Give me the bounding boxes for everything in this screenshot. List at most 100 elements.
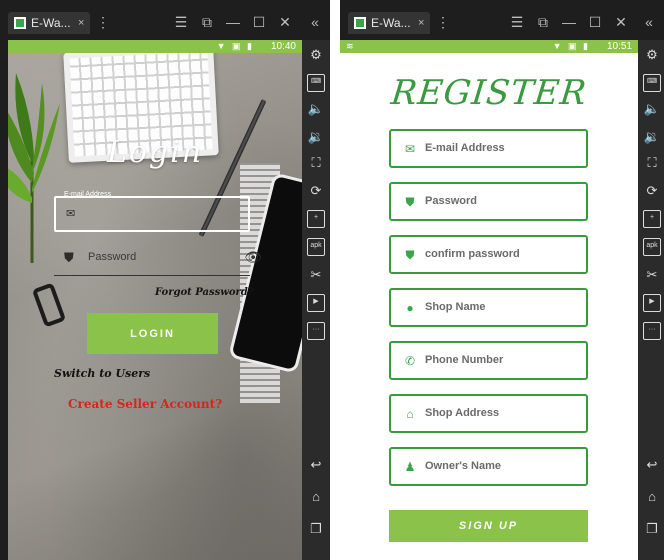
app-tab[interactable]: E-Wa... × bbox=[8, 12, 90, 34]
notification-icon: ≋ bbox=[346, 41, 354, 51]
recents-icon[interactable]: ❐ bbox=[307, 520, 325, 538]
home-icon[interactable]: ⌂ bbox=[307, 488, 325, 506]
password-field[interactable]: ⛊ Password 👁 bbox=[54, 242, 262, 276]
eye-icon[interactable]: 👁 bbox=[244, 249, 262, 266]
scissors-icon[interactable]: ✂ bbox=[307, 266, 325, 284]
shop-address-input[interactable]: ⌂ Shop Address bbox=[389, 394, 588, 433]
login-button[interactable]: LOGIN bbox=[87, 313, 218, 354]
home-icon[interactable]: ⌂ bbox=[643, 488, 661, 506]
screenshot-icon[interactable]: ⛶ bbox=[643, 154, 661, 172]
binder-clip-image bbox=[31, 282, 67, 328]
video-icon[interactable]: ▶ bbox=[307, 294, 325, 312]
collapse-icon[interactable]: « bbox=[306, 14, 324, 30]
apk-icon[interactable]: apk bbox=[307, 238, 325, 256]
register-title: REGISTER bbox=[389, 73, 589, 113]
volume-up-icon[interactable]: 🔈 bbox=[307, 100, 325, 118]
status-time: 10:51 bbox=[606, 41, 632, 52]
more-vertical-icon[interactable]: ⋮ bbox=[94, 14, 112, 30]
volume-up-icon[interactable]: 🔈 bbox=[643, 100, 661, 118]
menu-icon[interactable]: ☰ bbox=[172, 14, 190, 30]
person-icon: ♟ bbox=[404, 460, 416, 474]
app-icon bbox=[354, 17, 366, 29]
shop-name-placeholder: Shop Name bbox=[425, 301, 486, 313]
email-input[interactable]: ✉ E-mail Address bbox=[389, 129, 588, 168]
status-icons: ▼ ▣ ▮ bbox=[552, 41, 590, 51]
screenshot-icon[interactable]: ⛶ bbox=[307, 154, 325, 172]
settings-icon[interactable]: ⚙ bbox=[307, 46, 325, 64]
close-tab-icon[interactable]: × bbox=[78, 17, 90, 29]
recents-icon[interactable]: ❐ bbox=[643, 520, 661, 538]
email-placeholder: E-mail Address bbox=[425, 142, 505, 154]
email-icon: ✉ bbox=[66, 208, 76, 220]
emulator-sidebar: ⚙ ⌨ 🔈 🔉 ⛶ ⟳ + apk ✂ ▶ ··· ↩ ⌂ ❐ bbox=[302, 40, 330, 560]
tab-label: E-Wa... bbox=[31, 16, 71, 30]
shield-icon: ⛊ bbox=[64, 250, 74, 265]
back-icon[interactable]: ↩ bbox=[307, 456, 325, 474]
login-screen: Login E-mail Address ✉ ⛊ Password 👁 Forg… bbox=[8, 53, 302, 560]
restore-icon[interactable]: ⧉ bbox=[534, 14, 552, 30]
install-icon[interactable]: + bbox=[643, 210, 661, 228]
apk-icon[interactable]: apk bbox=[643, 238, 661, 256]
register-screen: REGISTER ✉ E-mail Address ⛊ Password ⛊ c… bbox=[340, 53, 638, 560]
status-time: 10:40 bbox=[270, 41, 296, 52]
password-underline bbox=[54, 275, 250, 276]
emulator-sidebar: ⚙ ⌨ 🔈 🔉 ⛶ ⟳ + apk ✂ ▶ ··· ↩ ⌂ ❐ bbox=[638, 40, 664, 560]
minimize-icon[interactable]: — bbox=[560, 14, 578, 30]
phone-number-placeholder: Phone Number bbox=[425, 354, 504, 366]
android-status-bar: ▼ ▣ ▮ 10:40 bbox=[8, 40, 302, 53]
phone-number-input[interactable]: ✆ Phone Number bbox=[389, 341, 588, 380]
password-placeholder: Password bbox=[88, 251, 137, 263]
email-label: E-mail Address bbox=[64, 191, 112, 198]
email-icon: ✉ bbox=[404, 142, 416, 156]
more-icon[interactable]: ··· bbox=[307, 322, 325, 340]
menu-icon[interactable]: ☰ bbox=[508, 14, 526, 30]
scissors-icon[interactable]: ✂ bbox=[643, 266, 661, 284]
user-circle-icon: ● bbox=[406, 301, 414, 315]
minimize-icon[interactable]: — bbox=[224, 14, 242, 30]
keyboard-icon[interactable]: ⌨ bbox=[643, 74, 661, 92]
video-icon[interactable]: ▶ bbox=[643, 294, 661, 312]
sign-up-button[interactable]: SIGN UP bbox=[389, 510, 588, 542]
collapse-icon[interactable]: « bbox=[640, 14, 658, 30]
confirm-password-input[interactable]: ⛊ confirm password bbox=[389, 235, 588, 274]
password-input[interactable]: ⛊ Password bbox=[389, 182, 588, 221]
home-icon: ⌂ bbox=[406, 407, 414, 421]
rotate-icon[interactable]: ⟳ bbox=[643, 182, 661, 200]
restore-icon[interactable]: ⧉ bbox=[198, 14, 216, 30]
maximize-icon[interactable]: ☐ bbox=[586, 14, 604, 30]
more-vertical-icon[interactable]: ⋮ bbox=[434, 14, 452, 30]
volume-down-icon[interactable]: 🔉 bbox=[307, 128, 325, 146]
email-field[interactable]: E-mail Address ✉ bbox=[54, 191, 250, 232]
maximize-icon[interactable]: ☐ bbox=[250, 14, 268, 30]
tab-label: E-Wa... bbox=[371, 16, 411, 30]
confirm-password-placeholder: confirm password bbox=[425, 248, 520, 260]
close-window-icon[interactable]: ✕ bbox=[276, 14, 294, 30]
android-status-bar: ≋ ▼ ▣ ▮ 10:51 bbox=[340, 40, 638, 53]
phone-icon: ✆ bbox=[404, 354, 416, 368]
title-bar: E-Wa... × ⋮ ☰ ⧉ — ☐ ✕ « bbox=[340, 0, 664, 40]
back-icon[interactable]: ↩ bbox=[643, 456, 661, 474]
login-title: Login bbox=[106, 135, 204, 170]
more-icon[interactable]: ··· bbox=[643, 322, 661, 340]
status-icons: ▼ ▣ ▮ bbox=[216, 41, 254, 51]
shop-address-placeholder: Shop Address bbox=[425, 407, 500, 419]
switch-users-link[interactable]: Switch to Users bbox=[54, 367, 150, 380]
forgot-password-link[interactable]: Forgot Password? bbox=[155, 287, 254, 298]
app-tab[interactable]: E-Wa... × bbox=[348, 12, 430, 34]
title-bar: E-Wa... × ⋮ ☰ ⧉ — ☐ ✕ « bbox=[0, 0, 330, 40]
shield-icon: ⛊ bbox=[405, 195, 415, 209]
rotate-icon[interactable]: ⟳ bbox=[307, 182, 325, 200]
volume-down-icon[interactable]: 🔉 bbox=[643, 128, 661, 146]
create-seller-link[interactable]: Create Seller Account? bbox=[68, 397, 222, 411]
owner-name-input[interactable]: ♟ Owner's Name bbox=[389, 447, 588, 486]
app-icon bbox=[14, 17, 26, 29]
password-placeholder: Password bbox=[425, 195, 477, 207]
settings-icon[interactable]: ⚙ bbox=[643, 46, 661, 64]
shop-name-input[interactable]: ● Shop Name bbox=[389, 288, 588, 327]
owner-name-placeholder: Owner's Name bbox=[425, 460, 501, 472]
shield-icon: ⛊ bbox=[405, 248, 415, 262]
install-icon[interactable]: + bbox=[307, 210, 325, 228]
close-window-icon[interactable]: ✕ bbox=[612, 14, 630, 30]
keyboard-icon[interactable]: ⌨ bbox=[307, 74, 325, 92]
close-tab-icon[interactable]: × bbox=[418, 17, 430, 29]
